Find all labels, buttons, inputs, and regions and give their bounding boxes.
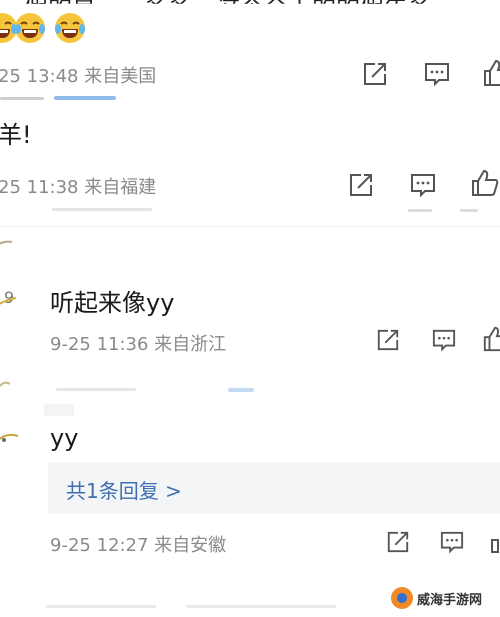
share-icon[interactable] [376,328,400,352]
divider-fragment [460,209,478,212]
avatar[interactable] [0,430,20,446]
section-divider [0,226,500,227]
comment-3-meta: 9-25 11:36 来自浙江 [50,334,227,355]
laugh-cry-emoji [55,13,85,43]
divider-fragment [52,208,152,211]
avatar[interactable] [0,296,18,310]
like-icon[interactable] [470,168,500,198]
comment-icon[interactable] [432,328,456,352]
comment-4-text: yy [50,424,79,452]
watermark-logo-icon [390,587,413,609]
comment-3-text: 听起来像yy [50,289,175,317]
view-replies-link[interactable]: 共1条回复 > [66,475,182,504]
laugh-cry-emoji [15,13,45,43]
divider-fragment [408,209,432,212]
comment-2-text: 羊! [0,121,32,149]
comment-1-meta: 25 13:48 来自美国 [0,66,157,87]
highlight-bar [228,388,254,392]
avatar [0,381,11,388]
comment-icon[interactable] [424,61,450,87]
highlight-bar [54,96,116,100]
comment-icon[interactable] [410,172,436,198]
watermark-text: 威海手游网 [416,592,482,608]
like-icon[interactable] [490,530,500,554]
comment-icon[interactable] [440,530,464,554]
like-icon[interactable] [482,325,500,353]
comment-2-meta: 25 11:38 来自福建 [0,177,157,198]
divider-fragment [0,97,44,100]
share-icon[interactable] [362,61,388,87]
share-icon[interactable] [348,172,374,198]
like-icon[interactable] [482,58,500,88]
share-icon[interactable] [386,530,410,554]
reply-preview[interactable]: 共1条回复 > [48,462,500,514]
watermark: 威海手游网 [386,585,490,611]
divider-fragment [46,605,156,608]
divider-fragment [186,605,336,608]
section-divider [44,404,74,416]
divider-fragment [56,388,136,391]
comment-4-meta: 9-25 12:27 来自安徽 [50,535,227,556]
avatar[interactable] [0,238,14,254]
